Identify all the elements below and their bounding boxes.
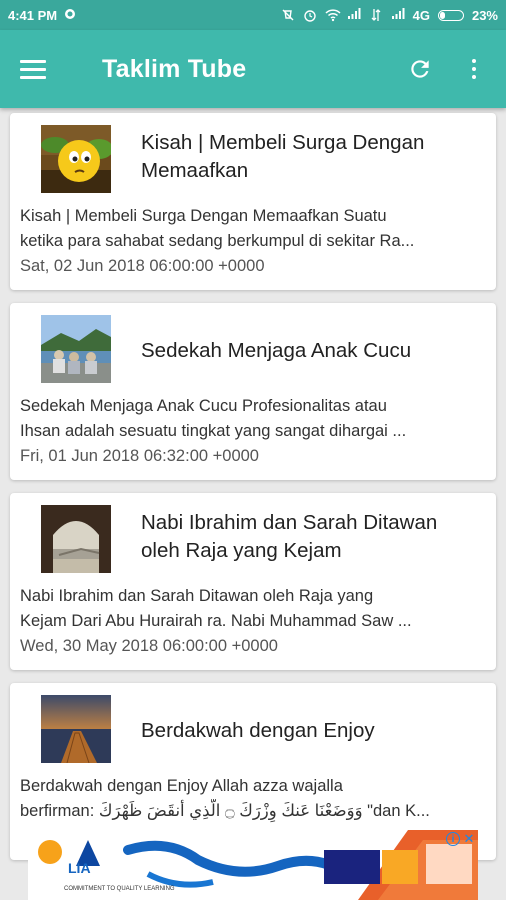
more-vert-icon-dot bbox=[472, 67, 476, 71]
post-list: Kisah | Membeli Surga Dengan Memaafkan K… bbox=[10, 113, 496, 873]
battery-icon bbox=[437, 9, 464, 21]
post-description-line: Nabi Ibrahim dan Sarah Ditawan oleh Raja… bbox=[20, 587, 374, 605]
post-date: Sat, 02 Jun 2018 06:00:00 +0000 bbox=[20, 257, 265, 275]
hamburger-icon bbox=[20, 59, 46, 63]
post-description-line: Sedekah Menjaga Anak Cucu Profesionalita… bbox=[20, 397, 387, 415]
post-title: Kisah | Membeli Surga Dengan Memaafkan bbox=[141, 131, 425, 182]
post-date: Fri, 01 Jun 2018 06:32:00 +0000 bbox=[20, 447, 259, 465]
hamburger-icon-bar bbox=[20, 67, 46, 71]
post-date: Wed, 30 May 2018 06:00:00 +0000 bbox=[20, 637, 278, 655]
battery-fill bbox=[439, 11, 445, 19]
post-description: Kisah | Membeli Surga Dengan Memaafkan S… bbox=[20, 204, 486, 254]
more-vert-icon bbox=[472, 59, 476, 63]
post-description: Sedekah Menjaga Anak Cucu Profesionalita… bbox=[20, 394, 486, 444]
post-thumbnail bbox=[41, 315, 111, 383]
refresh-icon bbox=[411, 60, 429, 78]
menu-button[interactable] bbox=[20, 49, 60, 89]
post-thumbnail bbox=[41, 505, 111, 573]
ad-logo: LIA bbox=[68, 860, 91, 876]
wifi-icon bbox=[325, 8, 341, 22]
post-thumbnail bbox=[41, 125, 111, 193]
ad-tagline: COMMITMENT TO QUALITY LEARNING bbox=[64, 886, 175, 892]
post-description-line: berfirman: وَوَضَعْنَا عَنكَ وِزْرَكَ ۝ … bbox=[20, 802, 430, 820]
post-thumbnail bbox=[41, 695, 111, 763]
post-card[interactable]: Kisah | Membeli Surga Dengan Memaafkan K… bbox=[10, 113, 496, 290]
ad-banner[interactable]: LIA COMMITMENT TO QUALITY LEARNING i ✕ bbox=[28, 830, 478, 900]
post-card[interactable]: Nabi Ibrahim dan Sarah Ditawan oleh Raja… bbox=[10, 493, 496, 670]
network-type: 4G bbox=[412, 7, 430, 23]
data-transfer-icon bbox=[369, 8, 383, 22]
notification-icon bbox=[63, 8, 77, 22]
post-description-line: Kejam Dari Abu Hurairah ra. Nabi Muhamma… bbox=[20, 612, 412, 630]
post-description-line: Kisah | Membeli Surga Dengan Memaafkan S… bbox=[20, 207, 387, 225]
more-options-button[interactable] bbox=[454, 49, 494, 89]
post-description: Berdakwah dengan Enjoy Allah azza wajall… bbox=[20, 774, 486, 824]
post-title: Sedekah Menjaga Anak Cucu bbox=[141, 339, 412, 362]
post-card[interactable]: Sedekah Menjaga Anak Cucu Sedekah Menjag… bbox=[10, 303, 496, 480]
status-time: 4:41 PM bbox=[8, 7, 58, 23]
close-icon[interactable]: ✕ bbox=[462, 832, 476, 846]
post-title: Nabi Ibrahim dan Sarah Ditawan oleh Raja… bbox=[141, 511, 438, 562]
post-description-line: Berdakwah dengan Enjoy Allah azza wajall… bbox=[20, 777, 343, 795]
refresh-button[interactable] bbox=[400, 49, 440, 89]
signal-icon bbox=[347, 8, 361, 22]
post-description-line: ketika para sahabat sedang berkumpul di … bbox=[20, 232, 415, 250]
post-title: Berdakwah dengan Enjoy bbox=[141, 719, 375, 742]
alarm-icon bbox=[303, 8, 317, 22]
app-bar: Taklim Tube bbox=[0, 30, 506, 108]
signal-icon-2 bbox=[391, 8, 405, 22]
battery-percent: 23% bbox=[471, 7, 498, 23]
status-bar: 4:41 PM 4G 23% bbox=[0, 0, 506, 30]
mute-icon bbox=[281, 8, 295, 22]
more-vert-icon-dot bbox=[472, 75, 476, 79]
hamburger-icon-bar bbox=[20, 75, 46, 79]
post-description-line: Ihsan adalah sesuatu tingkat yang sangat… bbox=[20, 422, 407, 440]
post-description: Nabi Ibrahim dan Sarah Ditawan oleh Raja… bbox=[20, 584, 486, 634]
app-title: Taklim Tube bbox=[102, 54, 247, 83]
info-icon[interactable]: i bbox=[446, 832, 460, 846]
